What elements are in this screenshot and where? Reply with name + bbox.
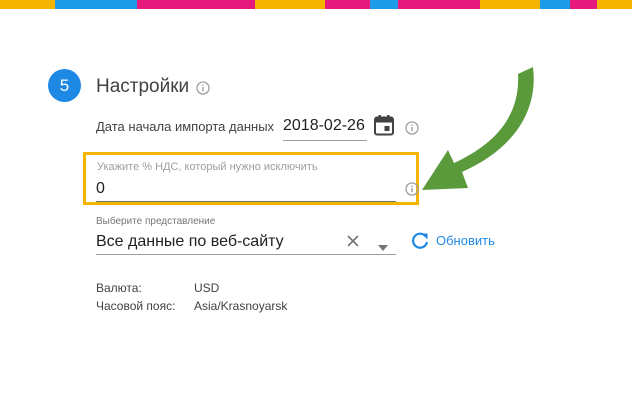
close-icon[interactable] — [346, 234, 360, 248]
strip-segment — [398, 0, 480, 9]
view-select[interactable]: Все данные по веб-сайту — [96, 228, 396, 255]
date-import-label: Дата начала импорта данных — [96, 119, 275, 134]
date-import-field[interactable]: 2018-02-26 — [283, 114, 367, 141]
strip-segment — [325, 0, 370, 9]
calendar-icon[interactable] — [373, 114, 395, 136]
strip-segment — [570, 0, 597, 9]
currency-row: Валюта: USD — [96, 281, 219, 296]
refresh-icon — [410, 231, 430, 251]
currency-label: Валюта: — [96, 281, 142, 295]
strip-segment — [137, 0, 255, 9]
strip-segment — [0, 0, 55, 9]
step-number-badge: 5 — [48, 69, 81, 102]
refresh-label: Обновить — [436, 233, 495, 248]
refresh-button[interactable]: Обновить — [410, 230, 495, 252]
strip-segment — [597, 0, 632, 9]
strip-segment — [55, 0, 137, 9]
chevron-down-icon[interactable] — [378, 238, 388, 251]
timezone-row: Часовой пояс: Asia/Krasnoyarsk — [96, 299, 287, 314]
strip-segment — [370, 0, 398, 9]
section-title: Настройки — [96, 76, 190, 97]
strip-segment — [540, 0, 570, 9]
color-strip — [0, 0, 632, 9]
view-select-value: Все данные по веб-сайту — [96, 233, 284, 250]
strip-segment — [480, 0, 540, 9]
vat-field-label: Укажите % НДС, который нужно исключить — [97, 161, 318, 173]
view-select-label: Выберите представление — [96, 216, 216, 227]
timezone-value: Asia/Krasnoyarsk — [194, 299, 288, 313]
timezone-label: Часовой пояс: — [96, 299, 176, 313]
info-icon[interactable] — [196, 81, 210, 95]
currency-value: USD — [194, 281, 220, 295]
vat-percent-input[interactable] — [96, 177, 396, 202]
arrow-annotation-icon — [422, 67, 534, 190]
strip-segment — [255, 0, 325, 9]
